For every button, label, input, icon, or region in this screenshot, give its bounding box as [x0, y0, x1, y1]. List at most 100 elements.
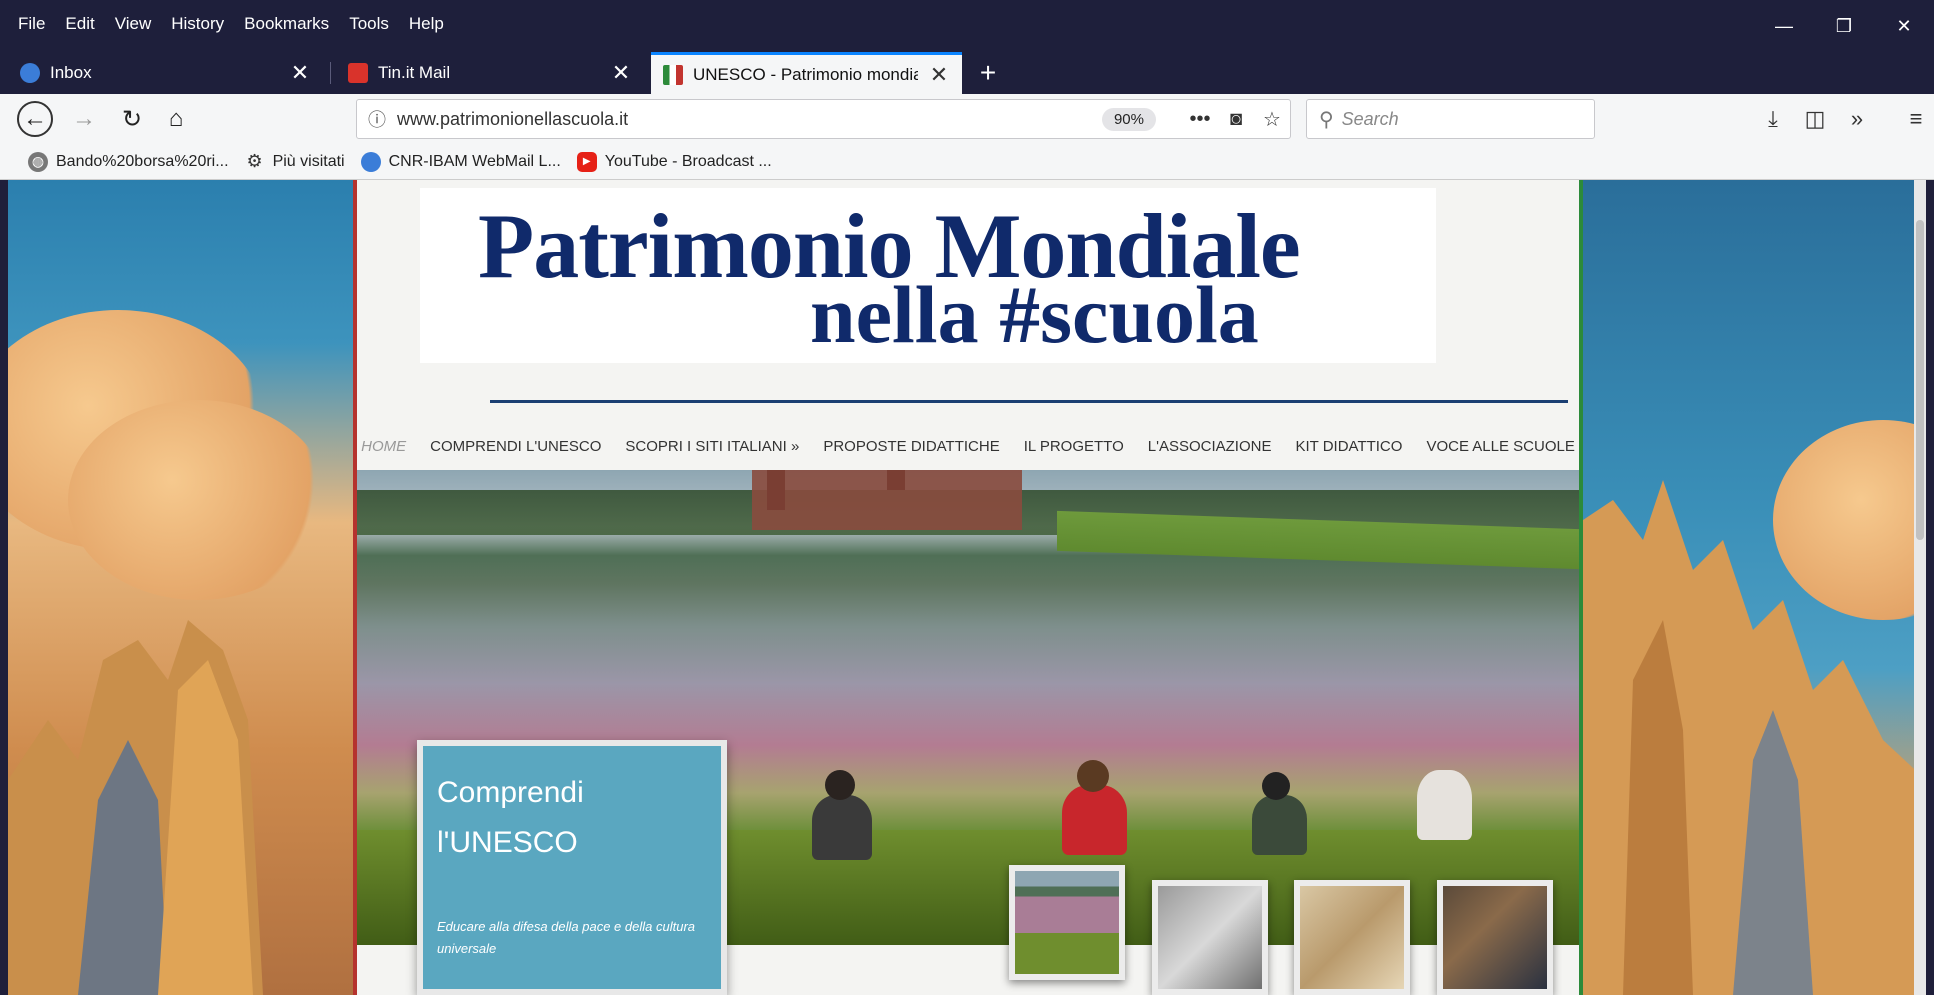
menu-file[interactable]: File: [8, 8, 55, 40]
overflow-button[interactable]: »: [1839, 101, 1875, 137]
page-scrollbar[interactable]: [1914, 180, 1926, 995]
sidebar-icon: ◫: [1804, 106, 1826, 131]
page-container: Patrimonio Mondiale nella #scuola HOME C…: [353, 180, 1583, 995]
title-bar: File Edit View History Bookmarks Tools H…: [0, 0, 1934, 52]
downloads-button[interactable]: ⤓: [1755, 101, 1791, 137]
tab-unesco[interactable]: UNESCO - Patrimonio mondiale ✕: [651, 52, 962, 94]
menu-help[interactable]: Help: [399, 8, 454, 40]
bookmark-label: Più visitati: [272, 152, 345, 170]
sidebar-button[interactable]: ◫: [1797, 101, 1833, 137]
cloud-mail-icon: [360, 151, 381, 172]
minimize-button[interactable]: —: [1754, 8, 1814, 44]
child-head: [1262, 772, 1290, 800]
child-figure: [1417, 770, 1472, 840]
child-head: [1077, 760, 1109, 792]
tab-separator: [330, 62, 331, 84]
slide-thumbnail[interactable]: [1437, 880, 1553, 995]
slide-thumbnail[interactable]: [1009, 865, 1125, 980]
bookmark-item[interactable]: ◍ Bando%20borsa%20ri...: [28, 151, 229, 172]
menu-tools[interactable]: Tools: [339, 8, 399, 40]
background-art-right: [1583, 180, 1926, 995]
bookmark-label: YouTube - Broadcast ...: [604, 152, 772, 170]
reload-button[interactable]: ↻: [114, 101, 150, 137]
gear-icon: ⚙: [246, 151, 263, 171]
unesco-icon: [663, 64, 683, 85]
slide-thumbnail[interactable]: [1152, 880, 1268, 995]
menu-bookmarks[interactable]: Bookmarks: [234, 8, 339, 40]
child-figure: [1062, 785, 1127, 855]
cloud-shape: [68, 400, 328, 600]
tower-silhouette: [767, 470, 785, 510]
child-figure: [1252, 795, 1307, 855]
feature-subtitle: Educare alla difesa della pace e della c…: [437, 919, 696, 956]
menu-edit[interactable]: Edit: [55, 8, 104, 40]
youtube-icon: ▶: [576, 151, 597, 172]
tab-label: Inbox: [50, 63, 92, 82]
nav-kit-didattico[interactable]: KIT DIDATTICO: [1283, 438, 1414, 455]
forward-button[interactable]: →: [66, 101, 102, 137]
main-navigation: HOME COMPRENDI L'UNESCO SCOPRI I SITI IT…: [357, 430, 1579, 462]
rock-formation: [1583, 480, 1926, 995]
more-actions-icon[interactable]: •••: [1182, 108, 1218, 131]
bookmarks-toolbar: ◍ Bando%20borsa%20ri... ⚙ Più visitati C…: [0, 144, 1934, 180]
back-button[interactable]: ←: [17, 101, 53, 137]
nav-scopri-siti[interactable]: SCOPRI I SITI ITALIANI »: [613, 438, 811, 455]
menu-icon: ≡: [1909, 106, 1923, 131]
tab-tinit-mail[interactable]: Tin.it Mail ✕: [336, 52, 644, 94]
nav-voce-scuole[interactable]: VOCE ALLE SCUOLE: [1414, 438, 1586, 455]
pocket-icon[interactable]: ◙: [1218, 108, 1254, 131]
rock-formation: [8, 620, 263, 995]
page-viewport: Patrimonio Mondiale nella #scuola HOME C…: [8, 180, 1926, 995]
tab-label: UNESCO - Patrimonio mondiale: [693, 64, 918, 84]
url-bar[interactable]: ⓘ www.patrimonionellascuola.it 90% ••• ◙…: [356, 99, 1291, 139]
nav-proposte-didattiche[interactable]: PROPOSTE DIDATTICHE: [811, 438, 1011, 455]
site-logo[interactable]: Patrimonio Mondiale nella #scuola: [420, 188, 1436, 363]
url-text[interactable]: www.patrimonionellascuola.it: [397, 109, 1102, 130]
slide-thumbnail[interactable]: [1294, 880, 1410, 995]
scrollbar-thumb[interactable]: [1916, 220, 1924, 540]
child-head: [825, 770, 855, 800]
close-icon[interactable]: ✕: [928, 62, 950, 88]
bookmark-item[interactable]: CNR-IBAM WebMail L...: [360, 151, 561, 172]
nav-home[interactable]: HOME: [349, 438, 418, 455]
close-window-button[interactable]: ✕: [1874, 8, 1934, 44]
tower-silhouette: [887, 470, 905, 490]
hamburger-menu-button[interactable]: ≡: [1898, 101, 1934, 137]
child-figure: [812, 795, 872, 860]
menu-history[interactable]: History: [161, 8, 234, 40]
background-art-left: [8, 180, 353, 995]
bookmark-label: CNR-IBAM WebMail L...: [388, 152, 561, 170]
nav-comprendi-unesco[interactable]: COMPRENDI L'UNESCO: [418, 438, 613, 455]
nav-associazione[interactable]: L'ASSOCIAZIONE: [1136, 438, 1284, 455]
arrow-right-icon: →: [72, 105, 96, 132]
bookmark-item[interactable]: ▶ YouTube - Broadcast ...: [576, 151, 772, 172]
close-icon[interactable]: ✕: [289, 60, 311, 86]
zoom-badge[interactable]: 90%: [1101, 107, 1156, 131]
reload-icon: ↻: [121, 105, 143, 133]
close-icon[interactable]: ✕: [610, 60, 632, 86]
search-bar[interactable]: ⚲ Search: [1306, 99, 1595, 139]
tab-strip: Inbox ✕ Tin.it Mail ✕ UNESCO - Patrimoni…: [0, 52, 1934, 94]
feature-box[interactable]: Comprendi l'UNESCO Educare alla difesa d…: [417, 740, 727, 995]
menu-bar: File Edit View History Bookmarks Tools H…: [8, 8, 454, 40]
logo-line-2: nella #scuola: [810, 269, 1259, 360]
nav-il-progetto[interactable]: IL PROGETTO: [1012, 438, 1136, 455]
search-icon: ⚲: [1319, 108, 1334, 131]
bookmark-item[interactable]: ⚙ Più visitati: [245, 151, 345, 172]
info-icon[interactable]: ⓘ: [357, 106, 397, 132]
tab-inbox[interactable]: Inbox ✕: [8, 52, 323, 94]
cloud-mail-icon: [20, 63, 40, 83]
menu-view[interactable]: View: [105, 8, 162, 40]
globe-icon: ◍: [28, 151, 48, 172]
restore-button[interactable]: ❐: [1814, 8, 1874, 44]
mail-icon: [348, 63, 368, 83]
home-icon: ⌂: [168, 105, 184, 132]
tab-label: Tin.it Mail: [378, 63, 451, 82]
search-placeholder: Search: [1341, 108, 1399, 129]
bookmark-star-icon[interactable]: ☆: [1254, 107, 1290, 132]
chevron-double-right-icon: »: [1850, 106, 1864, 131]
new-tab-button[interactable]: +: [970, 52, 1006, 94]
feature-title[interactable]: Comprendi l'UNESCO: [437, 768, 707, 868]
home-button[interactable]: ⌂: [158, 101, 194, 137]
window-controls: — ❐ ✕: [1754, 8, 1934, 44]
